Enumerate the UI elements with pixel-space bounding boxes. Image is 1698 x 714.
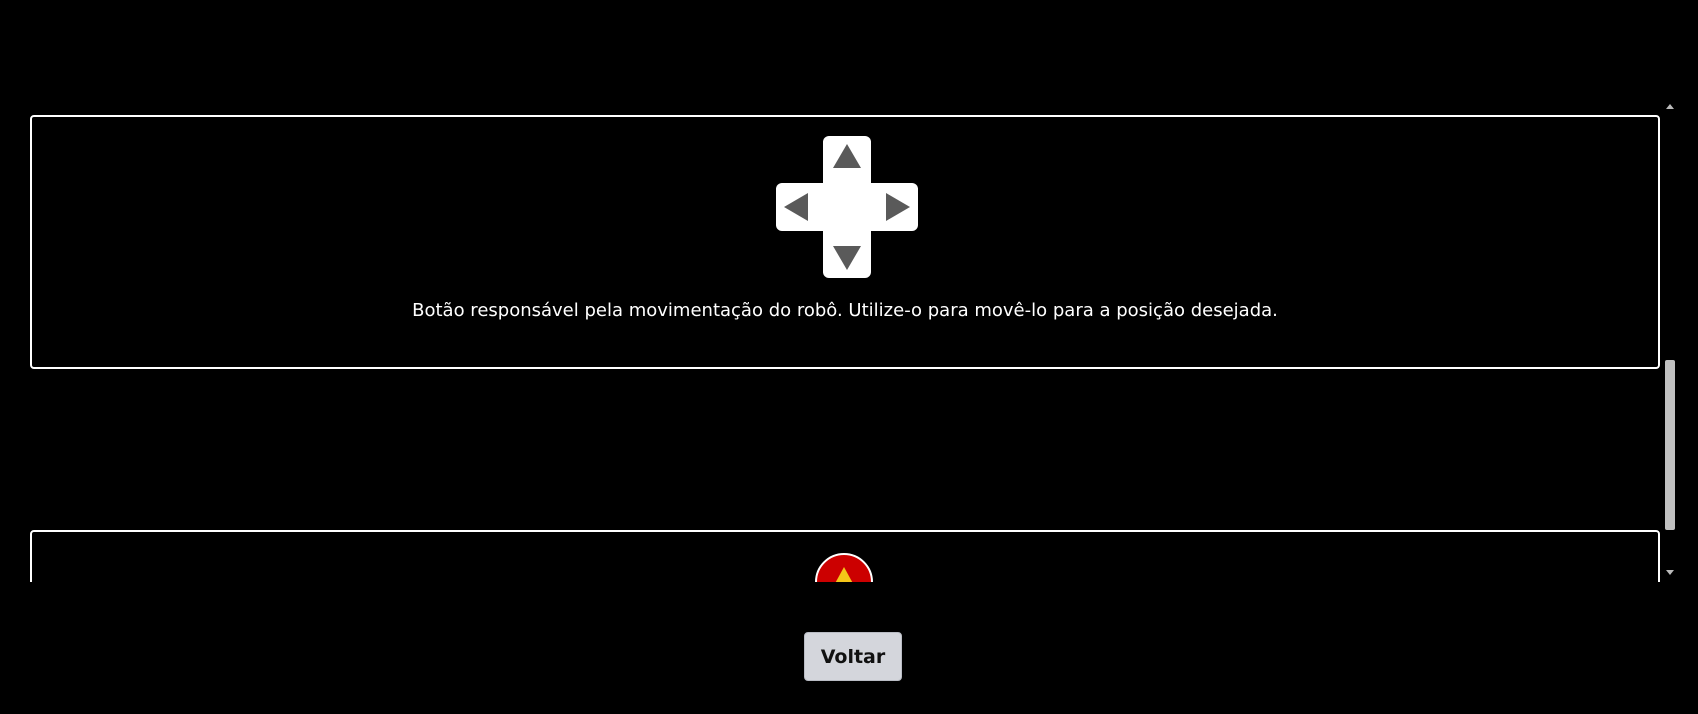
back-button[interactable]: Voltar	[804, 632, 902, 681]
warning-triangle-icon	[832, 567, 856, 582]
vertical-scrollbar[interactable]	[1662, 98, 1678, 582]
arrow-down-icon	[833, 246, 861, 270]
emergency-help-card	[30, 530, 1660, 582]
help-scroll-area[interactable]: Botão responsável pela movimentação do r…	[0, 98, 1678, 582]
movement-help-card: Botão responsável pela movimentação do r…	[30, 115, 1660, 369]
dpad-icon	[776, 136, 918, 278]
warning-icon	[815, 553, 873, 582]
scrollbar-thumb[interactable]	[1665, 360, 1675, 530]
scroll-up-arrow-icon[interactable]	[1666, 104, 1674, 109]
arrow-right-icon	[886, 193, 910, 221]
scroll-down-arrow-icon[interactable]	[1666, 570, 1674, 575]
movement-description: Botão responsável pela movimentação do r…	[412, 300, 1278, 321]
help-page: Botão responsável pela movimentação do r…	[0, 0, 1698, 714]
arrow-left-icon	[784, 193, 808, 221]
arrow-up-icon	[833, 144, 861, 168]
